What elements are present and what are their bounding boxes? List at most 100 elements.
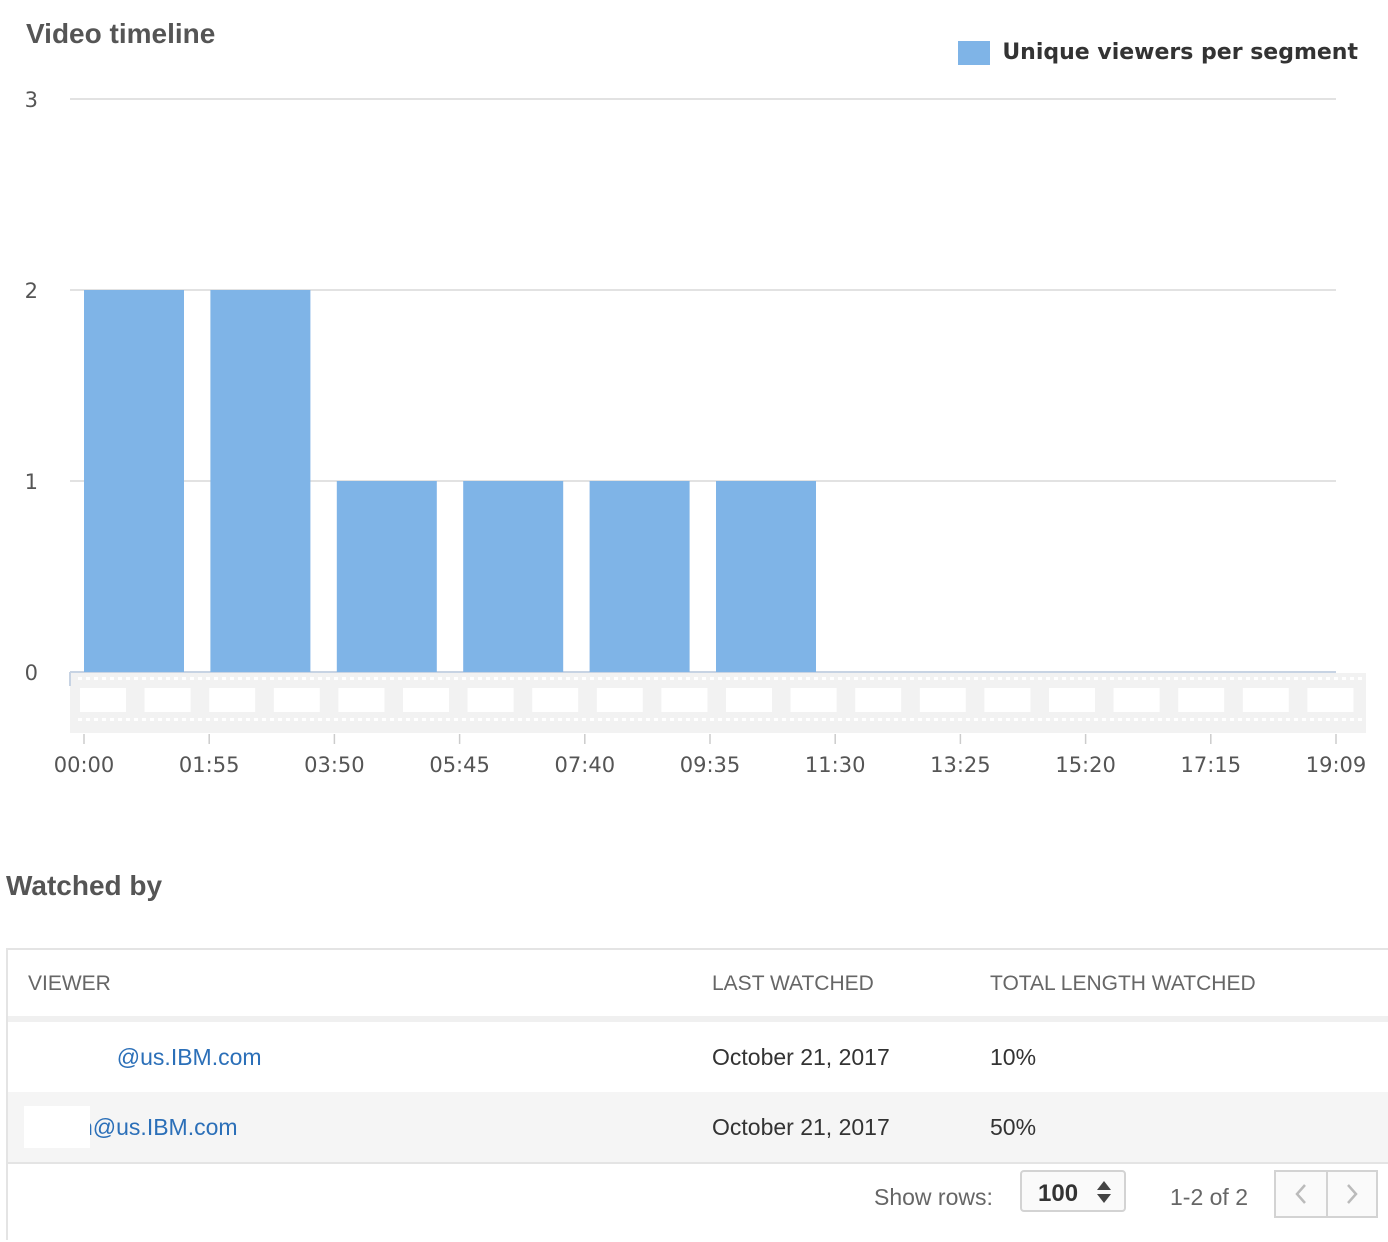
film-perforation	[102, 677, 106, 680]
film-perforation	[878, 718, 882, 721]
film-perforation	[78, 677, 82, 680]
film-perforation	[230, 718, 234, 721]
film-perforation	[1110, 677, 1114, 680]
last-watched-cell: October 21, 2017	[712, 1114, 890, 1140]
film-perforation	[614, 718, 618, 721]
film-perforation	[1358, 718, 1362, 721]
film-perforation	[118, 677, 122, 680]
film-perforation	[678, 718, 682, 721]
film-perforation	[870, 718, 874, 721]
column-header-viewer[interactable]: VIEWER	[28, 972, 111, 996]
bar	[716, 481, 816, 672]
table-footer: Show rows: 100 1-2 of 2	[8, 1156, 1388, 1242]
film-perforation	[126, 718, 130, 721]
film-perforation	[462, 718, 466, 721]
film-perforation	[606, 718, 610, 721]
film-perforation	[1126, 718, 1130, 721]
film-perforation	[1270, 718, 1274, 721]
film-perforation	[1318, 677, 1322, 680]
film-perforation	[358, 677, 362, 680]
film-frame	[80, 688, 126, 712]
film-perforation	[1206, 718, 1210, 721]
film-perforation	[990, 718, 994, 721]
film-perforation	[1078, 718, 1082, 721]
film-perforation	[614, 677, 618, 680]
viewer-email-link[interactable]: n@us.IBM.com	[80, 1114, 238, 1141]
x-tick-label: 15:20	[1055, 753, 1116, 777]
film-perforation	[774, 677, 778, 680]
film-perforation	[1174, 718, 1178, 721]
film-perforation	[686, 677, 690, 680]
y-tick-label: 1	[25, 470, 38, 494]
film-perforation	[222, 677, 226, 680]
film-perforation	[1182, 718, 1186, 721]
film-perforation	[1238, 677, 1242, 680]
film-perforation	[438, 677, 442, 680]
next-page-button[interactable]	[1327, 1172, 1377, 1216]
film-perforation	[918, 677, 922, 680]
film-perforation	[1038, 718, 1042, 721]
film-perforation	[782, 718, 786, 721]
film-perforation	[814, 677, 818, 680]
film-perforation	[318, 677, 322, 680]
chart-legend[interactable]: Unique viewers per segment	[958, 40, 1358, 65]
film-perforation	[1118, 677, 1122, 680]
film-perforation	[1126, 677, 1130, 680]
film-perforation	[1254, 718, 1258, 721]
film-perforation	[1310, 718, 1314, 721]
x-tick-label: 11:30	[805, 753, 866, 777]
film-frame	[532, 688, 579, 712]
filmstrip-scrubber	[69, 671, 1366, 733]
film-perforation	[1102, 677, 1106, 680]
pagination-controls	[1274, 1170, 1378, 1218]
film-perforation	[726, 718, 730, 721]
film-perforation	[406, 718, 410, 721]
viewer-email-link[interactable]: n@us.IBM.com	[104, 1044, 262, 1071]
film-perforation	[1062, 677, 1066, 680]
film-perforation	[1294, 677, 1298, 680]
film-perforation	[862, 718, 866, 721]
film-perforation	[1022, 677, 1026, 680]
film-perforation	[830, 718, 834, 721]
rows-per-page-select[interactable]: 100	[1020, 1170, 1126, 1212]
film-perforation	[158, 718, 162, 721]
previous-page-button[interactable]	[1276, 1172, 1328, 1216]
film-perforation	[654, 677, 658, 680]
film-perforation	[494, 718, 498, 721]
film-perforation	[1270, 677, 1274, 680]
legend-label: Unique viewers per segment	[1002, 40, 1358, 65]
film-perforation	[998, 718, 1002, 721]
film-perforation	[1166, 677, 1170, 680]
column-header-last-watched[interactable]: LAST WATCHED	[712, 972, 874, 996]
film-perforation	[438, 718, 442, 721]
film-perforation	[86, 677, 90, 680]
film-perforation	[526, 677, 530, 680]
film-perforation	[1302, 677, 1306, 680]
film-perforation	[598, 718, 602, 721]
film-perforation	[710, 677, 714, 680]
film-perforation	[998, 677, 1002, 680]
film-perforation	[846, 718, 850, 721]
film-perforation	[518, 718, 522, 721]
film-perforation	[670, 677, 674, 680]
x-tick-label: 09:35	[680, 753, 741, 777]
film-perforation	[1094, 718, 1098, 721]
film-perforation	[974, 718, 978, 721]
film-perforation	[542, 677, 546, 680]
column-header-total-length[interactable]: TOTAL LENGTH WATCHED	[990, 972, 1256, 996]
film-perforation	[534, 718, 538, 721]
film-frame	[403, 688, 449, 712]
film-perforation	[1086, 677, 1090, 680]
film-perforation	[750, 718, 754, 721]
film-perforation	[1230, 718, 1234, 721]
film-perforation	[206, 718, 210, 721]
film-perforation	[966, 677, 970, 680]
table-row: n@us.IBM.com October 21, 2017 50%	[8, 1092, 1388, 1164]
film-perforation	[374, 677, 378, 680]
film-perforation	[270, 718, 274, 721]
film-perforation	[566, 677, 570, 680]
film-perforation	[1334, 677, 1338, 680]
film-perforation	[350, 718, 354, 721]
film-perforation	[254, 718, 258, 721]
film-perforation	[382, 677, 386, 680]
